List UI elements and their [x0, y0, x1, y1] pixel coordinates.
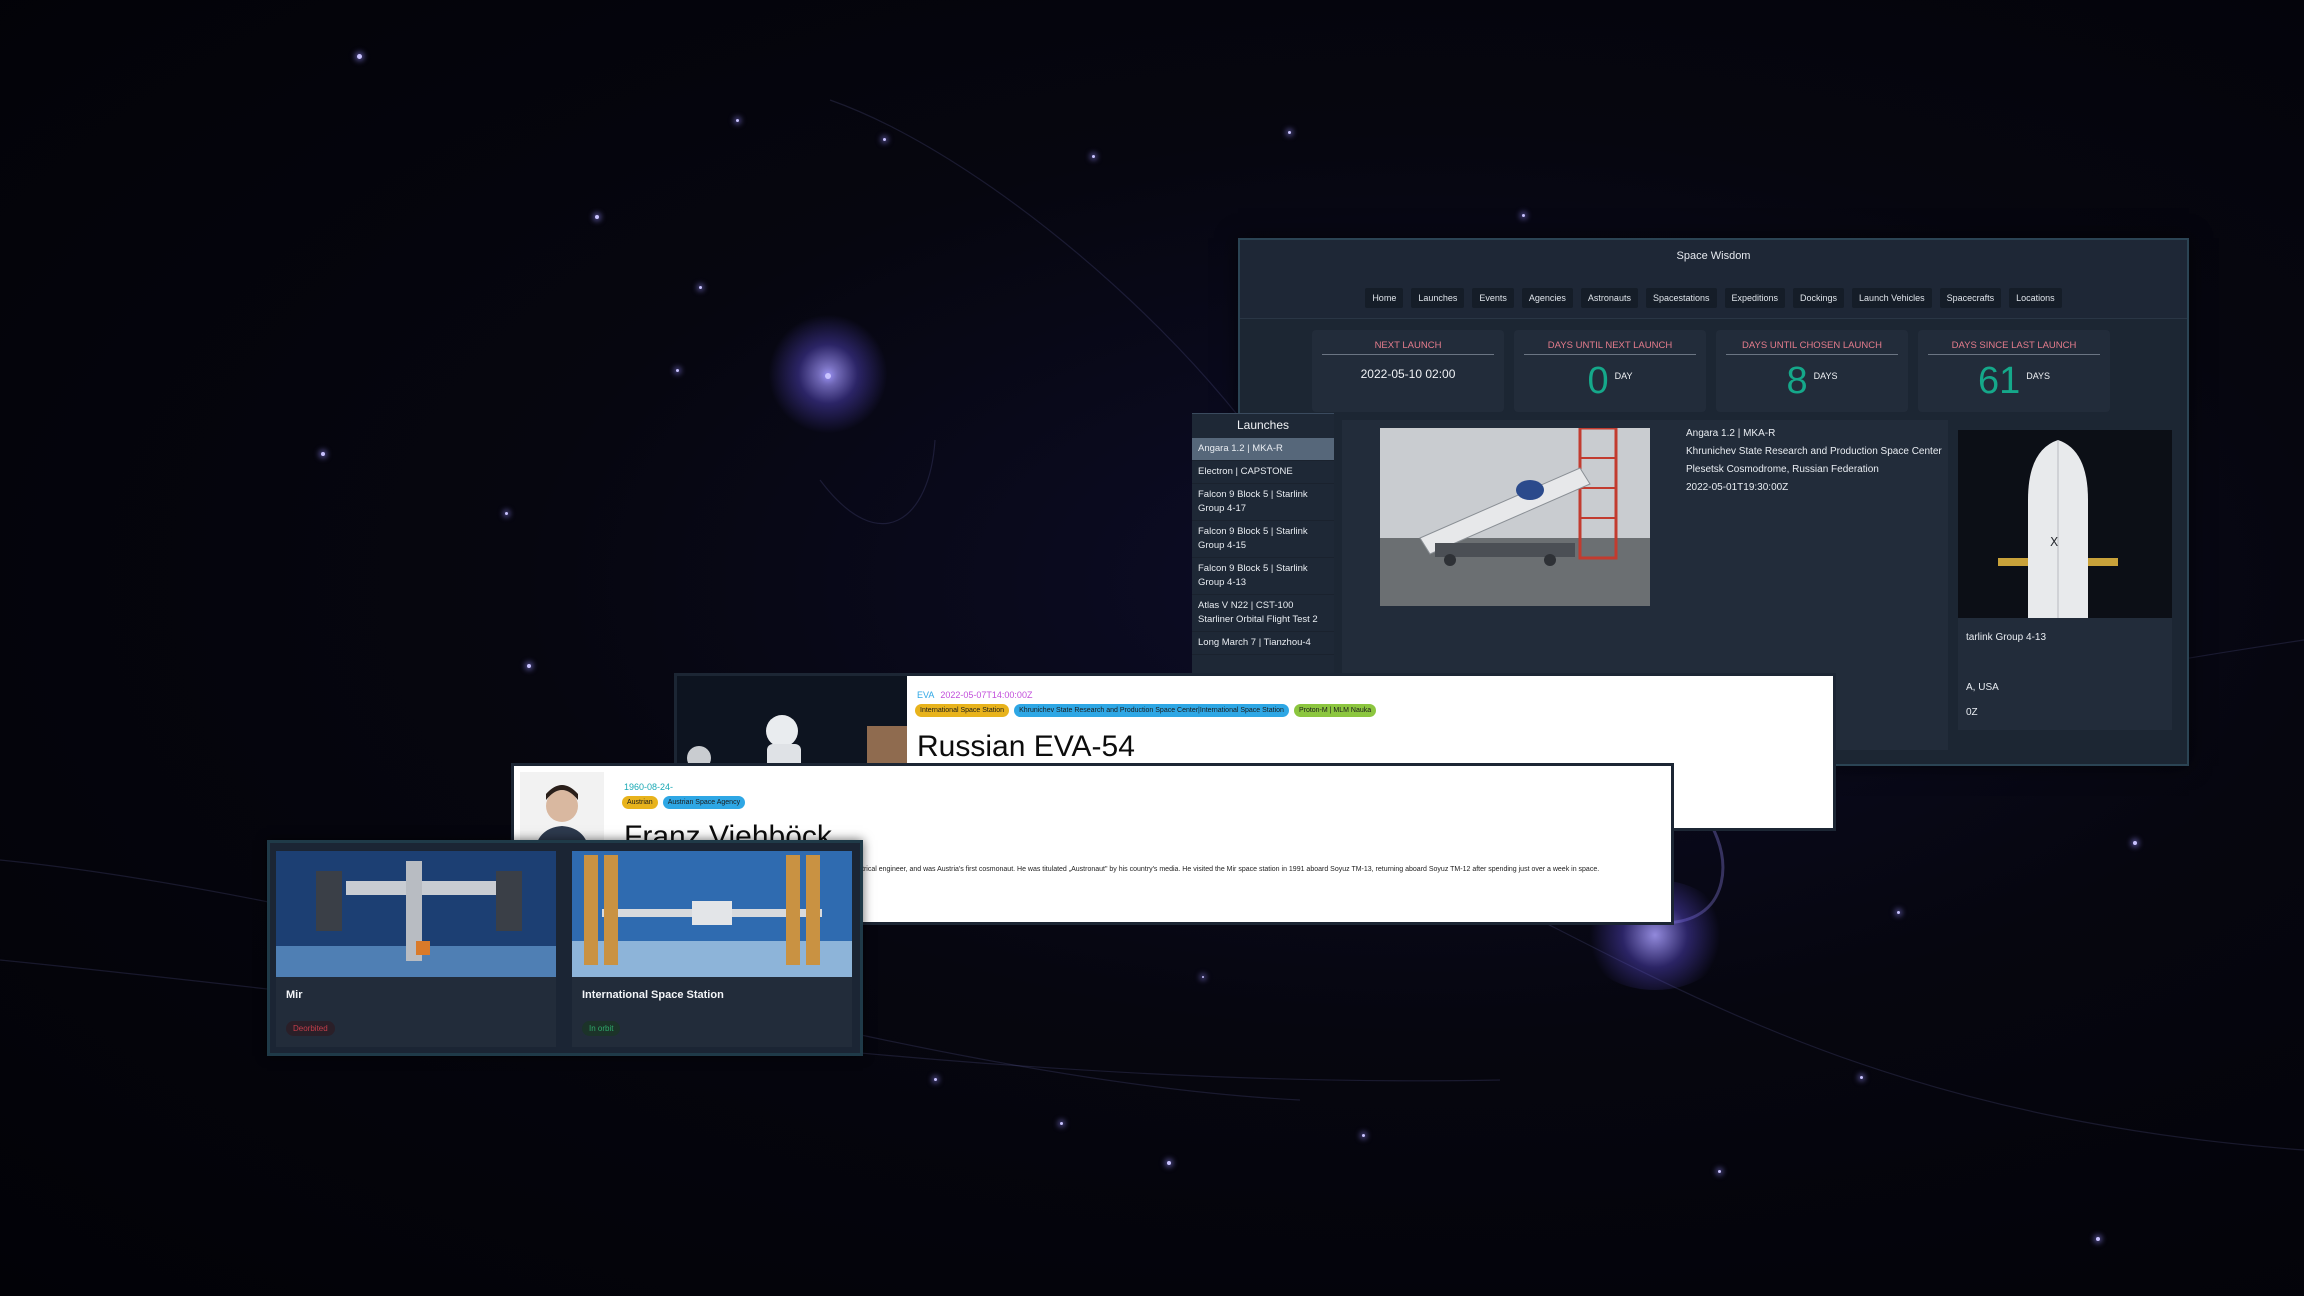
launch-list-item[interactable]: Long March 7 | Tianzhou-4 [1192, 632, 1334, 655]
status-badge: Deorbited [286, 1021, 335, 1036]
spacestations-window: Mir Deorbited International Space Statio… [267, 840, 863, 1056]
days-until-next-unit: DAY [1614, 371, 1633, 381]
next-launch-date: 2022-05-10 02:00 [1360, 367, 1456, 381]
nav-agencies[interactable]: Agencies [1521, 288, 1573, 308]
days-until-next-title: DAYS UNTIL NEXT LAUNCH [1524, 330, 1696, 355]
days-since-last-value: 61 [1977, 360, 2021, 402]
nav-launches[interactable]: Launches [1411, 288, 1465, 308]
nav-home[interactable]: Home [1365, 288, 1404, 308]
launch-location: Plesetsk Cosmodrome, Russian Federation [1686, 464, 1879, 475]
next-launch-card: NEXT LAUNCH 2022-05-10 02:00 [1312, 330, 1504, 412]
event-tag[interactable]: Khrunichev State Research and Production… [1014, 704, 1289, 717]
nav-spacecrafts[interactable]: Spacecrafts [1939, 288, 2002, 308]
days-since-last-title: DAYS SINCE LAST LAUNCH [1928, 330, 2100, 355]
app-header: Space Wisdom Home Launches Events Agenci… [1240, 240, 2187, 319]
event-tag[interactable]: Proton-M | MLM Nauka [1293, 704, 1377, 717]
right-card-location: A, USA [1966, 682, 1999, 693]
next-launch-title: NEXT LAUNCH [1322, 330, 1494, 355]
event-type: EVA [917, 690, 934, 700]
station-name: Mir [286, 989, 303, 1001]
launches-sidebar: Launches Angara 1.2 | MKA-R Electron | C… [1192, 413, 1334, 685]
days-until-chosen-title: DAYS UNTIL CHOSEN LAUNCH [1726, 330, 1898, 355]
event-title: Russian EVA-54 [917, 730, 1135, 763]
event-date: 2022-05-07T14:00:00Z [940, 690, 1033, 700]
iss-photo [572, 851, 852, 977]
right-card-mission: tarlink Group 4-13 [1966, 632, 2047, 643]
launch-list-item[interactable]: Electron | CAPSTONE [1192, 461, 1334, 484]
nav-spacestations[interactable]: Spacestations [1645, 288, 1717, 308]
rocket-photo [1380, 428, 1650, 606]
days-since-last-card: DAYS SINCE LAST LAUNCH 61 DAYS [1918, 330, 2110, 412]
station-name: International Space Station [582, 989, 724, 1001]
main-nav: Home Launches Events Agencies Astronauts… [1240, 288, 2187, 308]
nav-dockings[interactable]: Dockings [1793, 288, 1845, 308]
event-meta: EVA 2022-05-07T14:00:00Z [917, 690, 1032, 700]
launch-list-item[interactable]: Atlas V N22 | CST-100 Starliner Orbital … [1192, 595, 1334, 632]
launch-list-item[interactable]: Falcon 9 Block 5 | Starlink Group 4-13 [1192, 558, 1334, 595]
nav-expeditions[interactable]: Expeditions [1724, 288, 1786, 308]
launch-name: Angara 1.2 | MKA-R [1686, 428, 1776, 439]
days-since-last-unit: DAYS [2026, 371, 2051, 381]
nav-events[interactable]: Events [1472, 288, 1514, 308]
status-badge: In orbit [582, 1021, 621, 1036]
astronaut-tags: Austrian Austrian Space Agency [622, 796, 746, 809]
mir-photo [276, 851, 556, 977]
station-card-iss[interactable]: International Space Station In orbit [572, 851, 852, 1047]
svg-text:X: X [2050, 535, 2058, 549]
days-until-chosen-unit: DAYS [1813, 371, 1838, 381]
days-until-chosen-card: DAYS UNTIL CHOSEN LAUNCH 8 DAYS [1716, 330, 1908, 412]
launches-title: Launches [1236, 418, 1290, 432]
app-title: Space Wisdom [1676, 250, 1751, 262]
launch-date: 2022-05-01T19:30:00Z [1686, 482, 1789, 493]
astronaut-tag[interactable]: Austrian [622, 796, 658, 809]
days-until-chosen-value: 8 [1786, 360, 1808, 402]
falcon-fairing-photo: X [1958, 430, 2172, 618]
right-card-date: 0Z [1966, 707, 1978, 718]
days-until-next-card: DAYS UNTIL NEXT LAUNCH 0 DAY [1514, 330, 1706, 412]
astronaut-birthdate: 1960-08-24- [624, 782, 674, 792]
launch-list-item[interactable]: Falcon 9 Block 5 | Starlink Group 4-15 [1192, 521, 1334, 558]
event-tags: International Space Station Khrunichev S… [915, 704, 1377, 717]
nav-launch-vehicles[interactable]: Launch Vehicles [1852, 288, 1932, 308]
nav-astronauts[interactable]: Astronauts [1580, 288, 1638, 308]
next-launch-card-partial: X tarlink Group 4-13 A, USA 0Z [1958, 430, 2172, 730]
launch-agency: Khrunichev State Research and Production… [1686, 446, 1942, 457]
astronaut-bio: trical engineer, and was Austria's first… [862, 866, 1600, 873]
station-card-mir[interactable]: Mir Deorbited [276, 851, 556, 1047]
nav-locations[interactable]: Locations [2009, 288, 2062, 308]
launch-list-item[interactable]: Angara 1.2 | MKA-R [1192, 438, 1334, 461]
astronaut-tag[interactable]: Austrian Space Agency [662, 796, 746, 809]
launch-list-item[interactable]: Falcon 9 Block 5 | Starlink Group 4-17 [1192, 484, 1334, 521]
stats-row: NEXT LAUNCH 2022-05-10 02:00 DAYS UNTIL … [1312, 330, 2110, 412]
event-tag[interactable]: International Space Station [915, 704, 1010, 717]
days-until-next-value: 0 [1587, 360, 1609, 402]
